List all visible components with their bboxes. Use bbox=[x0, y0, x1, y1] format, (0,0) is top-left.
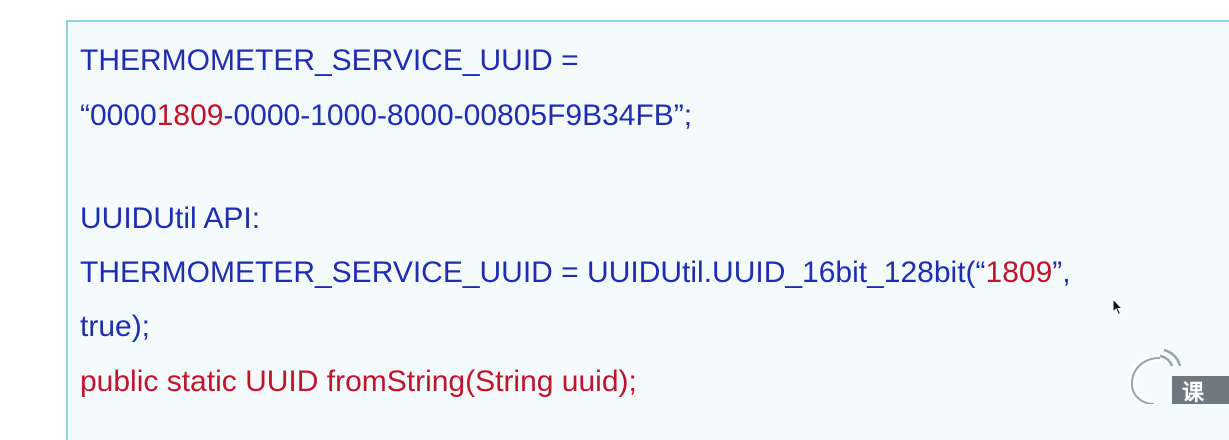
uuid-short-code: 1809 bbox=[156, 99, 224, 132]
mouse-pointer-icon bbox=[1112, 298, 1124, 316]
code-line-4: THERMOMETER_SERVICE_UUID = UUIDUtil.UUID… bbox=[80, 253, 1071, 293]
code-line-5: true); bbox=[80, 307, 150, 347]
watermark-swirl-icon: 课 bbox=[1128, 348, 1229, 408]
api-call-prefix: THERMOMETER_SERVICE_UUID = UUIDUtil.UUID… bbox=[80, 256, 986, 289]
code-line-1: THERMOMETER_SERVICE_UUID = bbox=[80, 41, 579, 81]
uuid-prefix: “0000 bbox=[80, 99, 157, 132]
from-string-signature: public static UUID fromString(String uui… bbox=[80, 365, 637, 398]
watermark-text: 课 bbox=[1182, 381, 1205, 404]
code-line-6: public static UUID fromString(String uui… bbox=[80, 362, 637, 402]
course-watermark-logo: 课 bbox=[1120, 346, 1229, 408]
api-call-short-code: 1809 bbox=[985, 256, 1053, 289]
api-call-argument: true); bbox=[80, 310, 151, 343]
api-call-suffix: ”, bbox=[1052, 256, 1071, 289]
code-line-2: “00001809-0000-1000-8000-00805F9B34FB”; bbox=[80, 96, 692, 136]
code-line-3: UUIDUtil API: bbox=[80, 199, 260, 239]
api-heading: UUIDUtil API: bbox=[80, 202, 261, 235]
uuid-constant-declaration: THERMOMETER_SERVICE_UUID = bbox=[80, 44, 579, 77]
uuid-suffix: -0000-1000-8000-00805F9B34FB”; bbox=[223, 99, 693, 132]
